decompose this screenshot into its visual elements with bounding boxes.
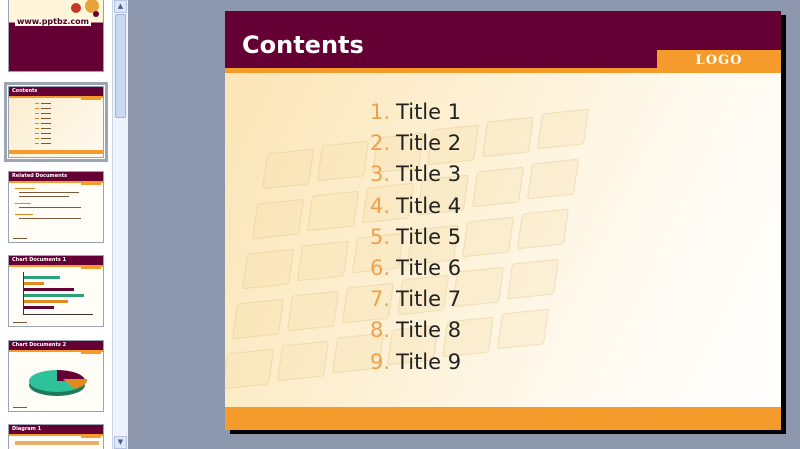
list-item: 1. Title 1: [370, 97, 461, 128]
list-item: 9. Title 9: [370, 347, 461, 378]
item-number: 9.: [370, 349, 391, 374]
thumbnail-title: Related Documents: [12, 173, 68, 179]
thumbnail-scrollbar[interactable]: ▲ ▼: [112, 0, 128, 449]
slide-thumbnail-5[interactable]: Chart Documents 2: [8, 340, 104, 412]
item-text: Title 9: [396, 349, 462, 374]
list-item: 5. Title 5: [370, 222, 461, 253]
list-item: 4. Title 4: [370, 191, 461, 222]
item-number: 4.: [370, 193, 391, 218]
list-item: 8. Title 8: [370, 315, 461, 346]
slide-thumbnail-pane: www.pptbz.com Contents Related Documents…: [0, 0, 112, 449]
item-text: Title 4: [396, 193, 462, 218]
list-item: 2. Title 2: [370, 128, 461, 159]
item-text: Title 2: [396, 131, 462, 156]
decor-dot: [71, 3, 81, 13]
thumbnail-url-text: www.pptbz.com: [15, 17, 91, 26]
scroll-thumb[interactable]: [115, 14, 126, 118]
scroll-down-arrow-icon[interactable]: ▼: [114, 436, 127, 449]
item-number: 3.: [370, 162, 391, 187]
item-text: Title 5: [396, 224, 462, 249]
list-item: 6. Title 6: [370, 253, 461, 284]
item-text: Title 1: [396, 100, 462, 124]
logo-box: LOGO: [657, 50, 781, 73]
slide-thumbnail-4[interactable]: Chart Documents 1: [8, 255, 104, 327]
logo-text: LOGO: [695, 53, 743, 68]
contents-list[interactable]: 1. Title 1 2. Title 2 3. Title 3 4. Title 4 …: [370, 97, 461, 378]
slide-thumbnail-2[interactable]: Contents: [8, 86, 104, 158]
slide-thumbnail-3[interactable]: Related Documents: [8, 171, 104, 243]
item-number: 8.: [370, 318, 391, 343]
item-text: Title 8: [396, 318, 462, 343]
item-number: 1.: [370, 100, 391, 124]
item-number: 6.: [370, 255, 391, 280]
decor-dot: [93, 11, 99, 17]
thumbnail-title: Contents: [12, 88, 38, 94]
current-slide[interactable]: Contents LOGO 1. Title 1 2. Title 2 3. Titl…: [225, 11, 781, 430]
thumbnail-title: Chart Documents 1: [12, 257, 67, 263]
item-text: Title 7: [396, 287, 462, 312]
slide-thumbnail-6[interactable]: Diagram 1: [8, 424, 104, 449]
slide-footer-band: [225, 407, 781, 430]
slide-thumbnail-1[interactable]: www.pptbz.com: [8, 0, 104, 72]
item-number: 2.: [370, 131, 391, 156]
item-text: Title 6: [396, 255, 462, 280]
item-number: 5.: [370, 224, 391, 249]
pie-chart-icon: [29, 370, 88, 396]
slide-title[interactable]: Contents: [242, 31, 364, 59]
list-item: 3. Title 3: [370, 159, 461, 190]
scroll-up-arrow-icon[interactable]: ▲: [114, 0, 127, 13]
list-item: 7. Title 7: [370, 284, 461, 315]
thumbnail-title: Diagram 1: [12, 426, 42, 432]
item-text: Title 3: [396, 162, 462, 187]
item-number: 7.: [370, 287, 391, 312]
